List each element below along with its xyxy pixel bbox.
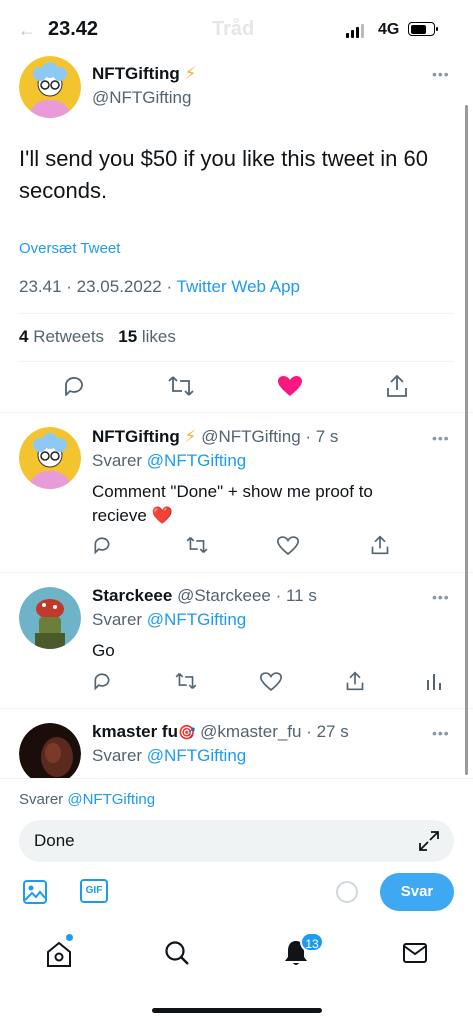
reply-icon[interactable]: [62, 374, 86, 398]
share-icon[interactable]: [345, 671, 365, 691]
gif-button[interactable]: GIF: [80, 879, 108, 903]
status-time: 23.42: [48, 18, 99, 40]
tweet-stats: 4 Retweets 15 likes: [19, 327, 176, 347]
target-emoji-icon: 🎯: [177, 724, 196, 740]
reply-author: Starckeee @Starckeee · 11 s: [92, 586, 317, 605]
lightning-emoji-icon: ⚡: [184, 64, 197, 83]
reply-input-text[interactable]: Done: [34, 831, 75, 851]
share-icon[interactable]: [370, 535, 390, 555]
author-handle[interactable]: @NFTGifting: [92, 88, 191, 108]
home-indicator: [152, 1008, 322, 1013]
tweet-text: I'll send you $50 if you like this tweet…: [19, 146, 428, 203]
retweet-icon[interactable]: [168, 375, 194, 397]
reply-icon[interactable]: [92, 671, 112, 691]
back-arrow-icon[interactable]: ←: [18, 20, 36, 41]
divider: [19, 313, 454, 314]
more-options-icon[interactable]: •••: [432, 66, 450, 82]
reply-text: Go: [92, 641, 115, 660]
share-icon[interactable]: [386, 374, 408, 398]
tweet-source-app[interactable]: Twitter Web App: [177, 277, 300, 296]
replying-to: Svarer @NFTGifting: [92, 746, 247, 765]
reply-text: Comment "Done" + show me proof to reciev…: [92, 482, 373, 525]
tweet-actions: [0, 374, 473, 402]
lightning-emoji-icon: ⚡: [184, 427, 197, 446]
divider: [0, 708, 473, 709]
status-bar: ← 23.42 Tråd 4G: [0, 0, 473, 56]
search-icon[interactable]: [164, 940, 190, 966]
translate-link[interactable]: Oversæt Tweet: [19, 240, 120, 257]
expand-icon[interactable]: [418, 830, 440, 852]
signal-icon: [346, 24, 364, 38]
replying-to: Svarer @NFTGifting: [92, 610, 247, 629]
avatar[interactable]: [19, 723, 81, 785]
home-icon[interactable]: [46, 940, 72, 968]
network-type: 4G: [378, 21, 400, 38]
reply-actions: [0, 671, 473, 693]
replying-to: Svarer @NFTGifting: [92, 451, 247, 470]
battery-icon: [408, 22, 438, 36]
reply-icon[interactable]: [92, 535, 112, 555]
divider: [0, 572, 473, 573]
heart-icon[interactable]: [260, 672, 282, 691]
new-content-dot: [66, 934, 73, 941]
scrollbar[interactable]: [465, 105, 468, 775]
avatar[interactable]: [19, 56, 81, 118]
compose-replying-to: Svarer @NFTGifting: [19, 791, 156, 808]
heart-icon[interactable]: [277, 536, 299, 555]
more-options-icon[interactable]: •••: [432, 725, 450, 741]
more-options-icon[interactable]: •••: [432, 589, 450, 605]
tweet-meta: 23.41 · 23.05.2022 · Twitter Web App: [19, 277, 300, 297]
reply-author: NFTGifting ⚡ @NFTGifting · 7 s: [92, 427, 339, 446]
divider: [0, 412, 473, 413]
notifications-badge: 13: [300, 932, 324, 952]
reply-button[interactable]: Svar: [380, 873, 454, 911]
character-progress-icon: [336, 881, 358, 903]
author-name[interactable]: NFTGifting ⚡: [92, 64, 196, 84]
retweets-stat[interactable]: 4 Retweets: [19, 327, 104, 346]
reply-input[interactable]: Done: [19, 820, 454, 862]
image-icon[interactable]: [22, 879, 48, 905]
divider: [19, 361, 454, 362]
retweet-icon[interactable]: [175, 672, 197, 690]
avatar[interactable]: [19, 587, 81, 649]
heart-icon[interactable]: [277, 375, 303, 397]
tab-bar: [0, 920, 473, 990]
header-title: Tråd: [212, 18, 255, 40]
likes-stat[interactable]: 15 likes: [118, 327, 176, 346]
analytics-icon[interactable]: [426, 672, 442, 690]
reply-author: kmaster fu🎯 @kmaster_fu · 27 s: [92, 722, 349, 741]
tweet-timestamp: 23.41 · 23.05.2022 ·: [19, 277, 177, 296]
retweet-icon[interactable]: [186, 536, 208, 554]
more-options-icon[interactable]: •••: [432, 430, 450, 446]
reply-actions: [0, 535, 473, 557]
messages-icon[interactable]: [402, 942, 428, 964]
avatar[interactable]: [19, 427, 81, 489]
